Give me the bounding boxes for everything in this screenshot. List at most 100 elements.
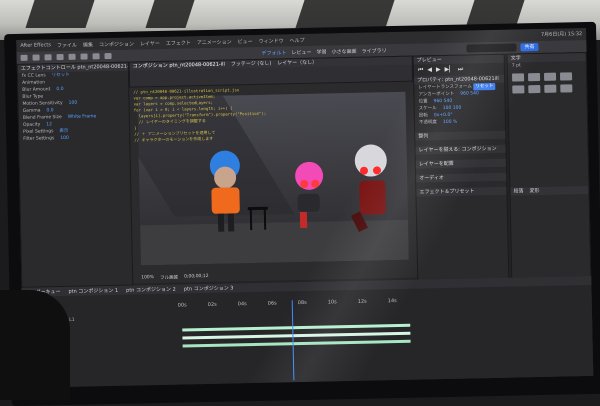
tab-composition[interactable]: コンポジション ptn_nt20048-00621-ill bbox=[133, 61, 225, 71]
text-tool-icon[interactable] bbox=[92, 53, 99, 59]
composition-viewer[interactable]: // ptn_nt20048-00621-illustration_script… bbox=[129, 82, 417, 284]
selection-tool-icon[interactable] bbox=[21, 55, 28, 61]
indent-right-icon[interactable] bbox=[528, 85, 540, 93]
effect-row-label: Motion Sensitivity bbox=[22, 101, 62, 107]
menu-animation[interactable]: アニメーション bbox=[197, 38, 232, 46]
workspace-tab-libraries[interactable]: ライブラリ bbox=[361, 47, 386, 55]
menu-edit[interactable]: 編集 bbox=[83, 41, 93, 48]
zoom-tool-icon[interactable] bbox=[44, 54, 51, 60]
effect-row-label: Opacity bbox=[23, 122, 40, 127]
monitor-screen: After Effects ファイル 編集 コンポジション レイヤー エフェクト… bbox=[16, 28, 593, 388]
transform-row[interactable]: 不透明度 100 % bbox=[415, 118, 505, 127]
tab-layer[interactable]: レイヤー（なし） bbox=[277, 59, 317, 68]
viewer-timecode: 0;00;00;12 bbox=[184, 274, 209, 281]
transform-label: スケール bbox=[419, 106, 437, 111]
next-frame-icon[interactable]: ▶▏ bbox=[444, 66, 453, 74]
ruler-tick-label: 04s bbox=[238, 301, 247, 307]
align-right-icon[interactable] bbox=[544, 73, 556, 81]
align-center-icon[interactable] bbox=[528, 73, 540, 81]
menubar-clock: 7月6日(月) 15:32 bbox=[541, 30, 582, 38]
tab-paragraph[interactable]: 段落 bbox=[513, 187, 523, 195]
zoom-level[interactable]: 100% bbox=[141, 275, 154, 281]
last-frame-icon[interactable]: ⏭ bbox=[458, 66, 464, 74]
workspace-tab-review[interactable]: レビュー bbox=[291, 48, 311, 55]
properties-section[interactable]: エフェクト＆プリセット bbox=[416, 187, 506, 197]
app-name[interactable]: After Effects bbox=[20, 42, 51, 49]
ruler-tick-label: 08s bbox=[298, 300, 307, 306]
tab-footage[interactable]: フッテージ (なし) bbox=[231, 60, 272, 69]
justify-icon[interactable] bbox=[560, 72, 572, 80]
transform-value[interactable]: 100 % bbox=[443, 120, 457, 125]
workspace-tab-learn[interactable]: 学習 bbox=[316, 48, 326, 55]
script-overlay-text: // ptn_nt20048-00621-illustration_script… bbox=[129, 82, 400, 148]
effect-row-value[interactable]: 100 bbox=[69, 101, 78, 106]
menu-file[interactable]: ファイル bbox=[57, 41, 77, 48]
properties-section[interactable]: レイヤーを配置 bbox=[416, 159, 506, 169]
first-frame-icon[interactable]: ⏮ bbox=[418, 66, 424, 74]
effect-row-label: Blur Amount bbox=[22, 87, 50, 93]
pen-tool-icon[interactable] bbox=[80, 53, 87, 59]
space-after-icon[interactable] bbox=[560, 84, 572, 92]
timeline-tab[interactable]: ptn コンポジション 3 bbox=[184, 284, 234, 292]
effect-row-value[interactable]: リセット bbox=[52, 73, 70, 78]
transform-label: 位置 bbox=[419, 99, 428, 104]
properties-section[interactable]: オーディオ bbox=[416, 173, 506, 183]
transform-value[interactable]: 960 540 bbox=[434, 99, 453, 104]
effect-row-value[interactable]: 12 bbox=[46, 122, 52, 127]
far-tabs: 段落 変形 bbox=[510, 186, 588, 196]
camera-tool-icon[interactable] bbox=[68, 54, 75, 60]
monitor-bezel: After Effects ファイル 編集 コンポジション レイヤー エフェクト… bbox=[4, 22, 600, 406]
menu-effect[interactable]: エフェクト bbox=[166, 39, 191, 47]
effect-row-value[interactable]: 0.0 bbox=[56, 87, 63, 92]
play-icon[interactable]: ▶ bbox=[436, 66, 441, 74]
wall-shadow bbox=[25, 0, 94, 28]
effect-row-value[interactable]: 0.0 bbox=[46, 108, 53, 113]
toolbar-spacer bbox=[117, 53, 257, 56]
menu-window[interactable]: ウィンドウ bbox=[259, 37, 284, 45]
menu-help[interactable]: ヘルプ bbox=[290, 36, 305, 43]
timeline-tab[interactable]: ptn コンポジション 1 bbox=[68, 287, 118, 295]
tab-transform[interactable]: 変形 bbox=[529, 187, 539, 195]
timeline-tab[interactable]: ptn コンポジション 2 bbox=[126, 286, 176, 294]
hand-tool-icon[interactable] bbox=[32, 54, 39, 60]
brush-tool-icon[interactable] bbox=[104, 53, 111, 59]
transform-label: 不透明度 bbox=[419, 120, 437, 125]
align-buttons bbox=[508, 68, 587, 98]
transform-value[interactable]: 960 540 bbox=[460, 91, 479, 96]
share-button[interactable]: 共有 bbox=[520, 43, 538, 51]
character-white-hair bbox=[350, 144, 389, 232]
ruler-tick-label: 14s bbox=[388, 298, 397, 304]
ruler-tick-label: 12s bbox=[358, 299, 367, 305]
properties-section[interactable]: 整列 bbox=[415, 131, 505, 141]
indent-left-icon[interactable] bbox=[512, 85, 524, 93]
effect-row-value[interactable]: White Frame bbox=[68, 114, 97, 120]
transform-reset-button[interactable]: リセット bbox=[473, 83, 495, 90]
rotate-tool-icon[interactable] bbox=[56, 54, 63, 60]
layer-bar[interactable] bbox=[182, 332, 410, 340]
menu-view[interactable]: ビュー bbox=[238, 37, 253, 44]
layer-bar[interactable] bbox=[183, 340, 411, 348]
effect-controls-panel: エフェクトコントロール ptn_nt20048-00621-ill fx CC … bbox=[17, 62, 134, 288]
properties-section[interactable]: レイヤーを揃える: コンポジション bbox=[416, 145, 506, 155]
menu-composition[interactable]: コンポジション bbox=[99, 40, 134, 48]
effect-row-label: Blend Frame Size bbox=[23, 115, 62, 121]
effect-row-value[interactable]: 100 bbox=[60, 136, 69, 141]
help-search-input[interactable]: ヘルプを検索 bbox=[466, 43, 516, 52]
space-before-icon[interactable] bbox=[544, 85, 556, 93]
resolution-select[interactable]: フル画質 bbox=[160, 275, 178, 281]
font-size-value[interactable]: 7 pt bbox=[512, 63, 521, 68]
menu-layer[interactable]: レイヤー bbox=[140, 39, 160, 46]
prev-frame-icon[interactable]: ◀ bbox=[427, 66, 432, 74]
playhead[interactable] bbox=[292, 300, 295, 380]
stool bbox=[248, 207, 268, 230]
transform-value[interactable]: 100 100 bbox=[443, 106, 462, 111]
transform-value[interactable]: 0x+0.0° bbox=[434, 113, 453, 118]
workspace-tab-small-screen[interactable]: 小さな画面 bbox=[331, 47, 356, 55]
align-left-icon[interactable] bbox=[512, 73, 524, 81]
workspace-tab-default[interactable]: デフォルト bbox=[261, 49, 286, 57]
ruler-tick-label: 02s bbox=[208, 302, 217, 308]
layer-bar[interactable] bbox=[182, 324, 410, 332]
effect-row-value[interactable]: 表示 bbox=[59, 129, 68, 134]
effect-row[interactable]: Filter Settings100 bbox=[19, 134, 129, 143]
effect-rows: fx CC LensリセットAnimationBlur Amount0.0Blu… bbox=[18, 71, 129, 143]
